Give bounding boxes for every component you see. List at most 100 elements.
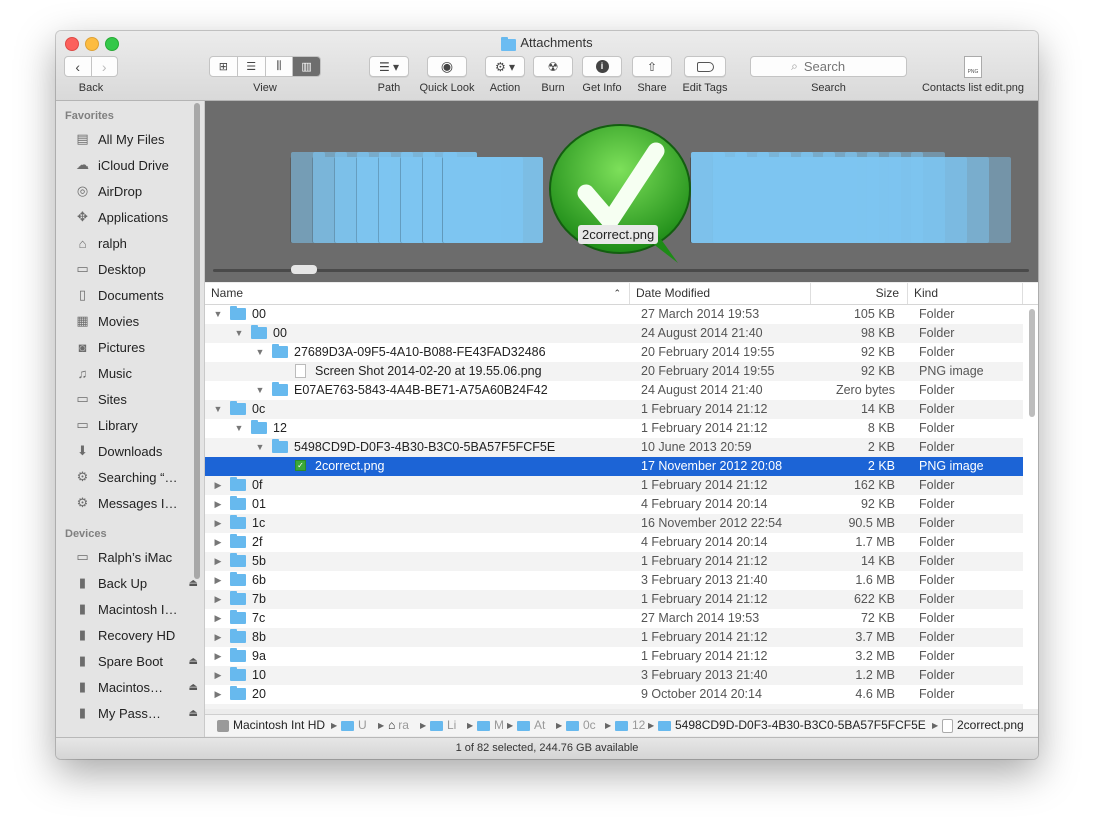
coverflow-preview[interactable]: 2correct.png <box>205 101 1038 282</box>
path-segment[interactable]: 5498CD9D-D0F3-4B30-B3C0-5BA57F5FCF5E <box>658 715 926 736</box>
table-row[interactable]: ✓ 2correct.png 17 November 2012 20:08 2 KB P… <box>205 457 1023 476</box>
path-segment[interactable]: Macintosh Int HD <box>217 715 325 736</box>
table-row[interactable]: ▼ 5498CD9D-D0F3-4B30-B3C0-5BA57F5FCF5E 10 … <box>205 438 1023 457</box>
eject-icon[interactable]: ⏏ <box>189 682 198 693</box>
table-row[interactable]: ▶ 5b 1 February 2014 21:12 14 KB Folder <box>205 552 1023 571</box>
sidebar-item-music[interactable]: ♫ Music <box>74 362 192 384</box>
eject-icon[interactable]: ⏏ <box>189 708 198 719</box>
sidebar-item-library[interactable]: ▭ Library <box>74 414 192 436</box>
share-button[interactable]: ⇧ <box>632 56 672 77</box>
table-row[interactable]: ▶ 20 9 October 2014 20:14 4.6 MB Folder <box>205 685 1023 704</box>
eject-icon[interactable]: ⏏ <box>189 656 198 667</box>
sidebar-item-applications[interactable]: ✥ Applications <box>74 206 192 228</box>
coverflow-scrollbar[interactable] <box>213 269 1029 272</box>
disclosure-open-icon[interactable]: ▼ <box>234 324 244 343</box>
path-segment[interactable]: Li <box>430 715 456 736</box>
sidebar-item-my-pass[interactable]: ▮ My Pass… ⏏ <box>74 702 198 724</box>
table-row[interactable]: ▼ E07AE763-5843-4A4B-BE71-A75A60B24F42 24 … <box>205 381 1023 400</box>
table-row[interactable]: ▼ 27689D3A-09F5-4A10-B088-FE43FAD32486 20 … <box>205 343 1023 362</box>
disclosure-closed-icon[interactable]: ▶ <box>213 495 223 514</box>
edit-tags-button[interactable] <box>684 56 726 77</box>
disclosure-open-icon[interactable]: ▼ <box>213 305 223 324</box>
column-header-kind[interactable]: Kind <box>908 283 1023 304</box>
disclosure-closed-icon[interactable]: ▶ <box>213 666 223 685</box>
search-field[interactable]: ⌕ <box>750 56 907 77</box>
sidebar-item-movies[interactable]: ▦ Movies <box>74 310 192 332</box>
sidebar-item-downloads[interactable]: ⬇ Downloads <box>74 440 192 462</box>
disclosure-closed-icon[interactable]: ▶ <box>213 590 223 609</box>
column-header-size[interactable]: Size <box>811 283 908 304</box>
disclosure-open-icon[interactable]: ▼ <box>213 400 223 419</box>
disclosure-closed-icon[interactable]: ▶ <box>213 476 223 495</box>
sidebar-item-airdrop[interactable]: ◎ AirDrop <box>74 180 192 202</box>
path-button[interactable]: ☰ ▾ <box>369 56 409 77</box>
table-row[interactable]: ▶ 6b 3 February 2013 21:40 1.6 MB Folder <box>205 571 1023 590</box>
sidebar-item-ralph[interactable]: ⌂ ralph <box>74 232 192 254</box>
sidebar-item-recovery-hd[interactable]: ▮ Recovery HD <box>74 624 192 646</box>
sidebar-item-searching[interactable]: ⚙ Searching “… <box>74 466 192 488</box>
table-row[interactable]: ▼ 0c 1 February 2014 21:12 14 KB Folder <box>205 400 1023 419</box>
disclosure-closed-icon[interactable]: ▶ <box>213 647 223 666</box>
table-row[interactable]: ▶ 0f 1 February 2014 21:12 162 KB Folder <box>205 476 1023 495</box>
path-segment[interactable]: 2correct.png <box>942 715 1024 736</box>
table-row[interactable]: ▶ 9a 1 February 2014 21:12 3.2 MB Folder <box>205 647 1023 666</box>
table-row[interactable]: ▶ 7c 27 March 2014 19:53 72 KB Folder <box>205 609 1023 628</box>
table-row[interactable]: ▶ 8b 1 February 2014 21:12 3.7 MB Folder <box>205 628 1023 647</box>
coverflow-folder[interactable] <box>691 152 791 243</box>
sidebar-item-desktop[interactable]: ▭ Desktop <box>74 258 192 280</box>
sidebar-item-pictures[interactable]: ◙ Pictures <box>74 336 192 358</box>
disclosure-open-icon[interactable]: ▼ <box>255 438 265 457</box>
preview-file-label[interactable]: Contacts list edit.png <box>908 82 1038 94</box>
sidebar-item-macintosh-i[interactable]: ▮ Macintosh I… <box>74 598 192 620</box>
sidebar-item-spare-boot[interactable]: ▮ Spare Boot ⏏ <box>74 650 198 672</box>
disclosure-closed-icon[interactable]: ▶ <box>213 533 223 552</box>
coverflow-folder[interactable] <box>443 152 543 243</box>
table-row[interactable]: ▼ 00 27 March 2014 19:53 105 KB Folder <box>205 305 1023 324</box>
table-row[interactable]: ▶ 10 3 February 2013 21:40 1.2 MB Folder <box>205 666 1023 685</box>
burn-button[interactable]: ☢ <box>533 56 573 77</box>
forward-button[interactable]: › <box>92 57 118 76</box>
column-view-button[interactable]: ⫼ <box>266 57 294 76</box>
eject-icon[interactable]: ⏏ <box>189 578 198 589</box>
disclosure-closed-icon[interactable]: ▶ <box>213 628 223 647</box>
path-segment[interactable]: 12 <box>615 715 645 736</box>
sidebar-item-back-up[interactable]: ▮ Back Up ⏏ <box>74 572 198 594</box>
back-button[interactable]: ‹ <box>65 57 92 76</box>
search-input[interactable] <box>801 58 866 75</box>
sidebar-item-messages-i[interactable]: ⚙ Messages I… <box>74 492 192 514</box>
table-row[interactable]: ▶ 1c 16 November 2012 22:54 90.5 MB Folder <box>205 514 1023 533</box>
coverflow-scroll-knob[interactable] <box>291 265 317 274</box>
column-header-date[interactable]: Date Modified <box>630 283 811 304</box>
table-row[interactable]: ▶ 01 4 February 2014 20:14 92 KB Folder <box>205 495 1023 514</box>
sidebar-item-all-my-files[interactable]: ▤ All My Files <box>74 128 192 150</box>
disclosure-closed-icon[interactable]: ▶ <box>213 514 223 533</box>
sidebar-item-documents[interactable]: ▯ Documents <box>74 284 192 306</box>
sidebar-item-sites[interactable]: ▭ Sites <box>74 388 192 410</box>
path-segment[interactable]: U <box>341 715 367 736</box>
quick-look-button[interactable]: ◉ <box>427 56 467 77</box>
disclosure-open-icon[interactable]: ▼ <box>255 381 265 400</box>
table-row[interactable]: ▶ 7b 1 February 2014 21:12 622 KB Folder <box>205 590 1023 609</box>
disclosure-open-icon[interactable]: ▼ <box>234 419 244 438</box>
path-segment[interactable]: 0c <box>566 715 596 736</box>
disclosure-closed-icon[interactable]: ▶ <box>213 552 223 571</box>
column-header-name[interactable]: Name ⌃ <box>205 283 630 304</box>
path-segment[interactable]: M <box>477 715 504 736</box>
sidebar-scrollbar[interactable] <box>194 103 200 579</box>
coverflow-view-button[interactable]: ▥ <box>293 57 320 76</box>
disclosure-open-icon[interactable]: ▼ <box>255 343 265 362</box>
disclosure-closed-icon[interactable]: ▶ <box>213 571 223 590</box>
table-row[interactable]: Screen Shot 2014-02-20 at 19.55.06.png 20… <box>205 362 1023 381</box>
path-segment[interactable]: ⌂ ra <box>388 715 409 736</box>
sidebar-item-icloud-drive[interactable]: ☁ iCloud Drive <box>74 154 192 176</box>
table-row[interactable]: ▼ 12 1 February 2014 21:12 8 KB Folder <box>205 419 1023 438</box>
path-segment[interactable]: At <box>517 715 545 736</box>
sidebar-item-ralph-s-imac[interactable]: ▭ Ralph’s iMac <box>74 546 192 568</box>
disclosure-closed-icon[interactable]: ▶ <box>213 609 223 628</box>
get-info-button[interactable]: i <box>582 56 622 77</box>
icon-view-button[interactable]: ⊞ <box>210 57 238 76</box>
action-button[interactable]: ⚙ ▾ <box>485 56 525 77</box>
table-row[interactable]: ▶ 2f 4 February 2014 20:14 1.7 MB Folder <box>205 533 1023 552</box>
png-file-icon[interactable]: PNG <box>964 56 982 78</box>
disclosure-closed-icon[interactable]: ▶ <box>213 685 223 704</box>
